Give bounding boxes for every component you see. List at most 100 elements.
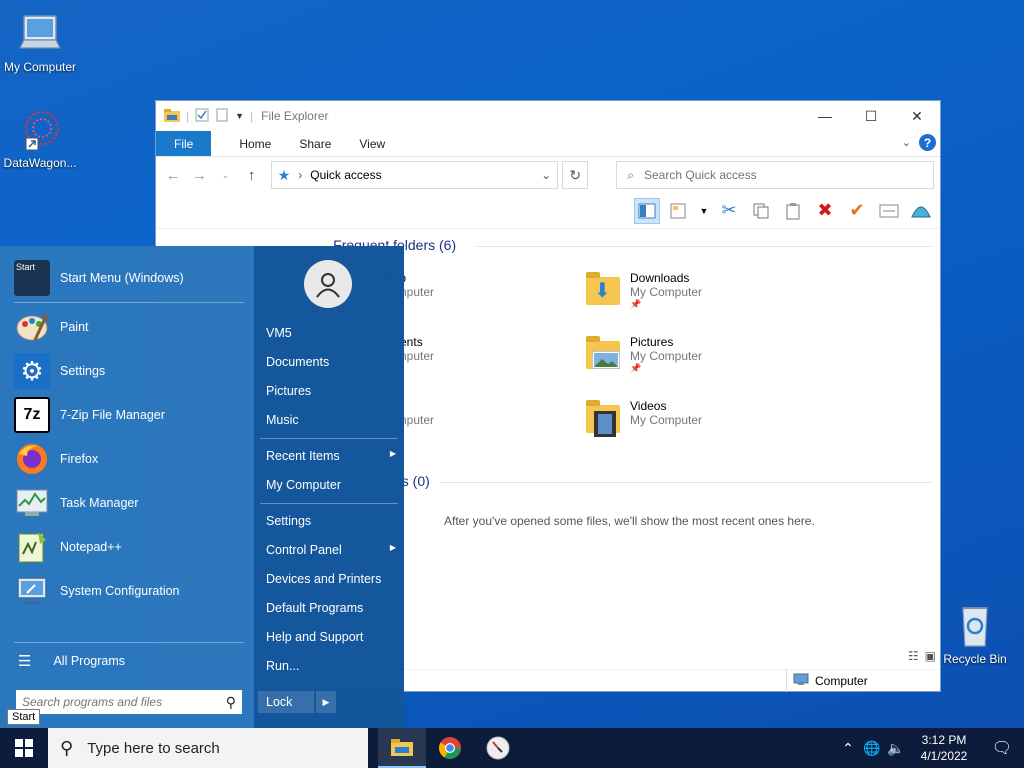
program-task-manager[interactable]: Task Manager [14,483,139,523]
minimize-button[interactable]: — [802,101,848,131]
taskbar-file-explorer[interactable] [378,728,426,768]
start-button[interactable] [0,728,48,768]
paste-icon[interactable] [780,198,806,224]
lock-options-arrow-icon[interactable]: ▶ [316,691,336,713]
folder-videos[interactable]: Videos My Computer [584,399,702,443]
separator [260,438,398,439]
taskbar-chrome[interactable] [426,728,474,768]
place-run[interactable]: Run... [266,659,396,673]
details-view-icon[interactable]: ☷ [908,649,919,663]
start-search-input[interactable] [22,695,226,709]
new-folder-icon[interactable] [215,108,229,125]
properties-card-icon[interactable] [876,198,902,224]
program-settings[interactable]: ⚙ Settings [14,351,105,391]
place-documents[interactable]: Documents [266,355,396,369]
all-programs-button[interactable]: ☰ All Programs [18,652,125,670]
place-music[interactable]: Music [266,413,396,427]
taskbar-clock-app[interactable] [474,728,522,768]
lock-button[interactable]: Lock [258,691,314,713]
program-label: 7-Zip File Manager [60,408,165,422]
system-configuration-icon [14,573,50,609]
place-devices-and-printers[interactable]: Devices and Printers [266,572,396,586]
desktop-icon-datawagon[interactable]: DataWagon... [0,106,80,170]
clock[interactable]: 3:12 PM 4/1/2022 [908,732,980,764]
start-menu-programs-pane: Start Start Menu (Windows) Paint ⚙ Setti… [0,246,254,728]
search-icon: ⌕ [627,167,634,182]
help-icon[interactable]: ? [919,134,936,151]
layout-icon[interactable] [666,198,692,224]
gear-icon: ⚙ [14,353,50,389]
place-my-computer[interactable]: My Computer [266,478,396,492]
large-icons-view-icon[interactable]: ▣ [925,649,936,663]
clock-time: 3:12 PM [921,733,967,747]
address-dropdown-icon[interactable]: ⌄ [541,168,551,182]
program-label: Task Manager [60,496,139,510]
folder-pictures[interactable]: Pictures My Computer 📌 [584,335,702,379]
computer-icon [16,10,64,58]
program-firefox[interactable]: Firefox [14,439,98,479]
program-label: Settings [60,364,106,378]
delete-icon[interactable]: ✖ [812,198,838,224]
tab-file[interactable]: File [156,131,212,156]
search-input[interactable] [644,168,923,182]
user-avatar[interactable] [304,260,352,308]
folder-location: My Computer [630,285,703,299]
arrow-left-icon: ← [165,166,181,184]
start-search-box[interactable]: ⚲ [16,690,242,714]
copy-icon[interactable] [748,198,774,224]
forward-button[interactable]: → [188,163,210,187]
folder-name: Videos [630,399,667,413]
rename-check-icon[interactable]: ✔ [844,198,870,224]
program-start-menu-windows[interactable]: Start Start Menu (Windows) [14,258,184,298]
up-button[interactable]: ↑ [241,163,263,187]
taskbar-search-text: Type here to search [87,739,220,757]
address-bar[interactable]: ★ › Quick access ⌄ [270,161,559,189]
window-title: File Explorer [261,109,329,123]
lock-control: Lock ▶ [258,691,336,713]
volume-icon[interactable]: 🔈 [884,740,908,757]
tab-view[interactable]: View [345,131,399,156]
maximize-button[interactable]: ☐ [848,101,894,131]
place-recent-items[interactable]: Recent Items ▶ [266,449,396,463]
expand-ribbon-icon[interactable]: ⌄ [902,136,911,149]
program-7zip[interactable]: 7z 7-Zip File Manager [14,395,165,435]
program-paint[interactable]: Paint [14,307,89,347]
customize-quick-access-icon[interactable]: ▼ [235,111,244,121]
search-box[interactable]: ⌕ [616,161,934,189]
command-toolbar: ▼ ✂ ✖ ✔ [156,193,940,229]
place-settings[interactable]: Settings [266,514,396,528]
taskbar-search-box[interactable]: ⚲ Type here to search [48,728,368,768]
network-globe-icon[interactable]: 🌐 [860,740,884,757]
place-user-folder[interactable]: VM5 [266,326,396,340]
folder-downloads[interactable]: ⬇ Downloads My Computer 📌 [584,271,702,315]
refresh-button[interactable]: ↻ [562,161,589,189]
program-system-configuration[interactable]: System Configuration [14,571,180,611]
close-icon: ✕ [911,107,923,124]
ribbon-tabs: File Home Share View ⌄ ? [156,131,940,157]
layout-dropdown-icon[interactable]: ▼ [698,198,710,224]
program-notepad-plus-plus[interactable]: Notepad++ [14,527,122,567]
start-menu: Start Start Menu (Windows) Paint ⚙ Setti… [0,246,404,728]
place-default-programs[interactable]: Default Programs [266,601,396,615]
place-pictures[interactable]: Pictures [266,384,396,398]
search-icon[interactable]: ⚲ [226,694,236,711]
notifications-icon[interactable]: 🗨 [980,738,1024,758]
properties-icon[interactable] [195,108,209,125]
tab-home[interactable]: Home [225,131,285,156]
cut-icon[interactable]: ✂ [716,198,742,224]
place-help-and-support[interactable]: Help and Support [266,630,396,644]
back-button[interactable]: ← [162,163,184,187]
title-bar: | ▼ | File Explorer — ☐ ✕ [156,101,940,131]
show-hidden-icons-icon[interactable]: ⌃ [836,740,860,757]
desktop-icon-my-computer[interactable]: My Computer [0,10,80,74]
place-control-panel[interactable]: Control Panel ▶ [266,543,396,557]
recent-files-empty-message: After you've opened some files, we'll sh… [444,514,815,528]
shell-icon[interactable] [908,198,934,224]
close-button[interactable]: ✕ [894,101,940,131]
preview-pane-icon[interactable] [634,197,660,224]
task-manager-icon [14,485,50,521]
breadcrumb-separator-icon: › [298,168,303,182]
tab-share[interactable]: Share [285,131,345,156]
desktop-icon-recycle-bin[interactable]: Recycle Bin [935,602,1015,666]
recent-locations-button[interactable]: ⌄ [214,163,236,187]
